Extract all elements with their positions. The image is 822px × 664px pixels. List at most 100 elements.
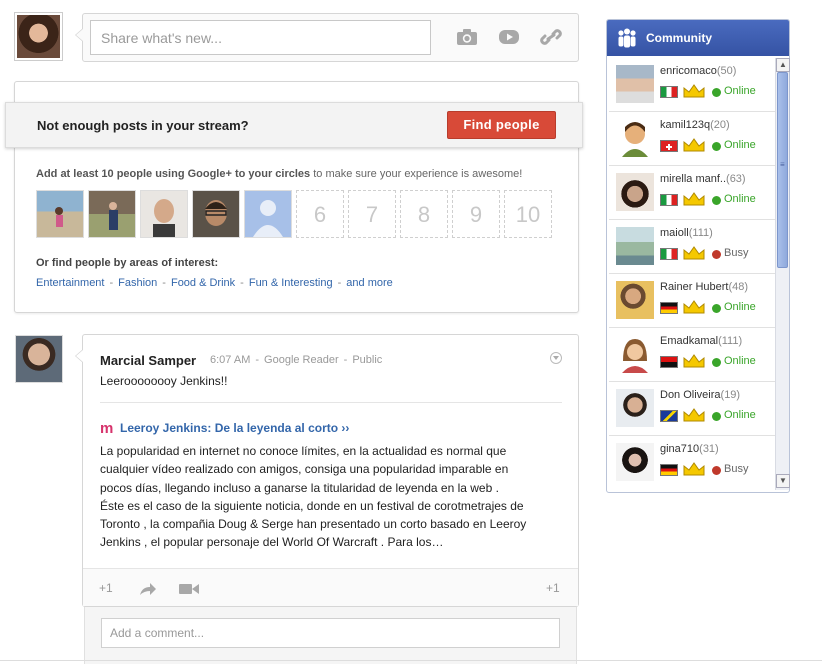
hangout-video-icon[interactable]: [179, 583, 199, 595]
member-avatar[interactable]: [616, 227, 654, 265]
shared-link-title[interactable]: Leeroy Jenkins: De la leyenda al corto ›…: [120, 421, 349, 435]
share-input[interactable]: [90, 20, 431, 55]
member-row[interactable]: mirella manf..(63) Online: [609, 166, 775, 220]
member-avatar[interactable]: [616, 335, 654, 373]
interest-link-more[interactable]: and more: [346, 277, 392, 289]
interest-links: Entertainment - Fashion - Food & Drink - Fun &…: [36, 277, 393, 289]
comment-area: [84, 607, 577, 664]
member-avatar[interactable]: [616, 119, 654, 157]
online-status-icon: [712, 412, 721, 421]
member-row[interactable]: Rainer Hubert(48) Online: [609, 274, 775, 328]
italy-flag-icon: [660, 86, 678, 98]
member-name[interactable]: Rainer Hubert(48): [660, 281, 748, 293]
post-source: Google Reader: [264, 354, 339, 366]
divider: [0, 660, 822, 661]
author-avatar[interactable]: [15, 335, 63, 383]
bosnia-flag-icon: [660, 410, 678, 422]
member-status: Online: [724, 301, 756, 313]
person-thumb[interactable]: [36, 190, 84, 238]
interest-link-fun[interactable]: Fun & Interesting: [249, 277, 333, 289]
placeholder-avatar[interactable]: [244, 190, 292, 238]
interest-link-food-drink[interactable]: Food & Drink: [171, 277, 235, 289]
member-name[interactable]: maioll(111): [660, 227, 713, 239]
crown-icon: [683, 246, 705, 260]
member-name[interactable]: gina710(31): [660, 443, 719, 455]
member-row[interactable]: maioll(111) Busy: [609, 220, 775, 274]
member-avatar[interactable]: [616, 443, 654, 481]
member-name[interactable]: kamil123q(20): [660, 119, 730, 131]
post-card: Marcial Samper 6:07 AM - Google Reader - Pub…: [75, 334, 579, 607]
post-actions: +1 +1: [83, 568, 578, 606]
empty-slot: 8: [400, 190, 448, 238]
germany-flag-icon: [660, 464, 678, 476]
member-status: Online: [724, 355, 756, 367]
online-status-icon: [712, 196, 721, 205]
online-status-icon: [712, 88, 721, 97]
scroll-down-icon[interactable]: ▼: [776, 474, 790, 488]
community-scrollbar[interactable]: ▲ ≡ ▼: [775, 58, 790, 490]
post-menu-icon[interactable]: [550, 352, 562, 364]
member-name[interactable]: Emadkamal(111): [660, 335, 742, 347]
camera-icon[interactable]: [456, 28, 478, 46]
post-body: Leeroooooooy Jenkins!!: [100, 374, 228, 388]
community-title: Community: [646, 31, 712, 45]
member-row[interactable]: Don Oliveira(19) Online: [609, 382, 775, 436]
add-people-text: Add at least 10 people using Google+ to …: [36, 168, 523, 180]
member-name[interactable]: Don Oliveira(19): [660, 389, 740, 401]
shared-link-excerpt: La popularidad en internet no conoce lím…: [100, 444, 527, 550]
member-avatar[interactable]: [616, 65, 654, 103]
video-icon[interactable]: [498, 28, 520, 46]
interest-link-entertainment[interactable]: Entertainment: [36, 277, 104, 289]
member-name[interactable]: enricomaco(50): [660, 65, 736, 77]
crown-icon: [683, 138, 705, 152]
community-header: Community: [607, 20, 789, 56]
community-people-icon: [618, 28, 636, 48]
notice-title: Not enough posts in your stream?: [37, 118, 249, 133]
member-row[interactable]: enricomaco(50) Online: [609, 58, 775, 112]
busy-status-icon: [712, 466, 721, 475]
member-row[interactable]: gina710(31) Busy: [609, 436, 775, 490]
person-thumb[interactable]: [140, 190, 188, 238]
find-people-button[interactable]: Find people: [447, 111, 556, 139]
person-thumb[interactable]: [88, 190, 136, 238]
post-author[interactable]: Marcial Samper: [100, 353, 196, 368]
member-name[interactable]: mirella manf..(63): [660, 173, 746, 185]
notice-banner: Not enough posts in your stream? Find pe…: [5, 102, 583, 148]
plus-one-button[interactable]: +1: [99, 581, 113, 595]
share-arrow-icon[interactable]: [139, 582, 157, 596]
crown-icon: [683, 354, 705, 368]
post-time[interactable]: 6:07 AM: [210, 354, 250, 366]
empty-slot: 7: [348, 190, 396, 238]
member-status: Online: [724, 409, 756, 421]
switzerland-flag-icon: [660, 140, 678, 152]
plus-one-count: +1: [546, 581, 560, 595]
person-thumb[interactable]: [192, 190, 240, 238]
member-row[interactable]: Emadkamal(111) Online: [609, 328, 775, 382]
divider: [100, 402, 562, 403]
my-avatar[interactable]: [14, 12, 63, 61]
interest-link-fashion[interactable]: Fashion: [118, 277, 157, 289]
member-avatar[interactable]: [616, 281, 654, 319]
post-meta: 6:07 AM - Google Reader - Public: [210, 354, 383, 366]
crown-icon: [683, 84, 705, 98]
member-avatar[interactable]: [616, 173, 654, 211]
member-status: Online: [724, 85, 756, 97]
busy-status-icon: [712, 250, 721, 259]
online-status-icon: [712, 142, 721, 151]
share-box: [75, 13, 579, 62]
empty-slot: 10: [504, 190, 552, 238]
scroll-thumb[interactable]: ≡: [777, 72, 788, 268]
link-icon[interactable]: [540, 28, 562, 46]
source-logo-icon: m: [100, 420, 114, 437]
germany-flag-icon: [660, 302, 678, 314]
member-status: Online: [724, 193, 756, 205]
community-list: enricomaco(50) Online kamil123q(20) Onli…: [609, 58, 775, 490]
online-status-icon: [712, 358, 721, 367]
member-avatar[interactable]: [616, 389, 654, 427]
member-row[interactable]: kamil123q(20) Online: [609, 112, 775, 166]
comment-input[interactable]: [101, 618, 560, 648]
online-status-icon: [712, 304, 721, 313]
scroll-up-icon[interactable]: ▲: [776, 58, 790, 72]
member-status: Busy: [724, 463, 749, 475]
post-visibility[interactable]: Public: [352, 354, 382, 366]
